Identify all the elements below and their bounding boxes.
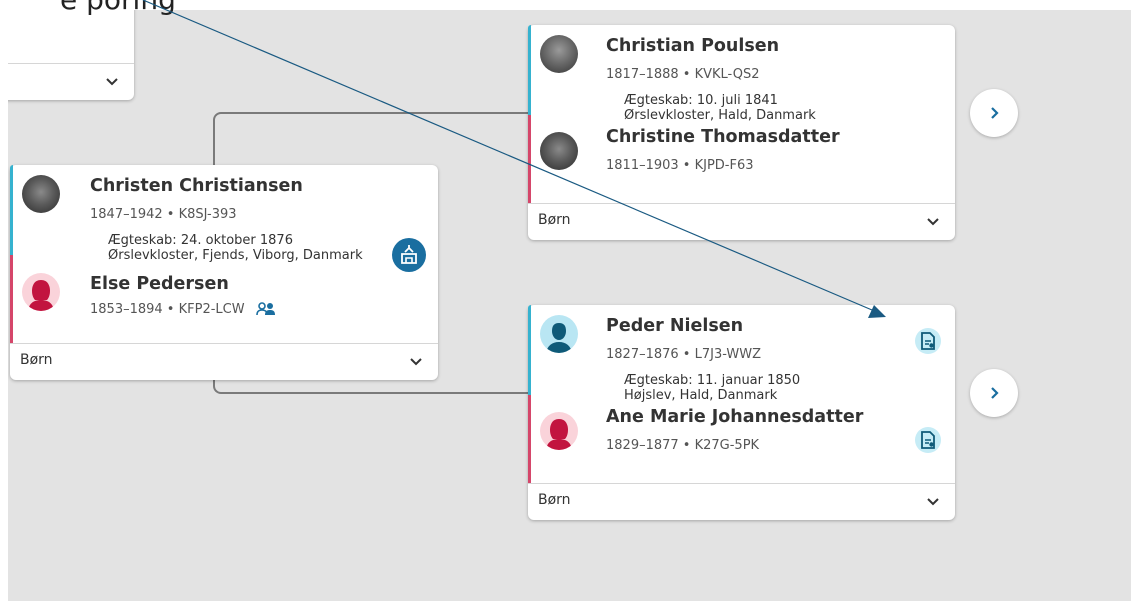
portrait-photo[interactable] [540, 35, 578, 73]
children-toggle[interactable]: Børn [528, 203, 955, 240]
family-card-peder: Peder Nielsen 1827–1876 • L7J3-WWZ Ægtes… [528, 305, 955, 520]
person-husband[interactable]: Christen Christiansen 1847–1942 • K8SJ-3… [10, 165, 438, 255]
person-lifespan-id: 1853–1894 • KFP2-LCW [90, 302, 245, 317]
marriage-date: Ægteskab: 10. juli 1841 [624, 93, 778, 108]
children-label: Børn [538, 492, 571, 508]
male-indicator [528, 25, 531, 115]
portrait-photo[interactable] [22, 175, 60, 213]
person-name[interactable]: Ane Marie Johannesdatter [606, 407, 863, 427]
tree-connector-lower [213, 380, 533, 394]
temple-icon[interactable] [392, 238, 426, 272]
marriage-date: Ægteskab: 24. oktober 1876 [108, 233, 293, 248]
person-lifespan-id: 1817–1888 • KVKL-QS2 [606, 67, 760, 82]
marriage-place: Højslev, Hald, Danmark [624, 388, 778, 403]
person-husband[interactable]: Peder Nielsen 1827–1876 • L7J3-WWZ Ægtes… [528, 305, 955, 395]
chevron-down-icon[interactable] [104, 74, 120, 90]
female-avatar-icon[interactable] [540, 412, 578, 450]
female-indicator [528, 395, 531, 484]
children-toggle[interactable]: Børn [10, 343, 438, 380]
record-hint-icon[interactable] [915, 328, 941, 354]
chevron-right-icon [991, 107, 999, 119]
marriage-place: Ørslevkloster, Hald, Danmark [624, 108, 816, 123]
person-name[interactable]: Christian Poulsen [606, 36, 779, 56]
person-husband[interactable]: Christian Poulsen 1817–1888 • KVKL-QS2 Æ… [528, 25, 955, 115]
male-avatar-icon[interactable] [540, 315, 578, 353]
female-indicator [10, 255, 13, 344]
family-card-footer[interactable] [8, 63, 134, 100]
person-wife[interactable]: Ørslevkloster, Fjends, Viborg, Danmark E… [10, 249, 438, 344]
expand-generation-button[interactable] [970, 369, 1018, 417]
male-indicator [528, 305, 531, 395]
chevron-right-icon [991, 387, 999, 399]
female-indicator [528, 115, 531, 204]
person-name[interactable]: Peder Nielsen [606, 316, 743, 336]
chevron-down-icon[interactable] [925, 214, 941, 230]
children-label: Børn [20, 352, 53, 368]
tree-canvas: Christen Christiansen 1847–1942 • K8SJ-3… [8, 10, 1131, 601]
portrait-photo[interactable] [540, 132, 578, 170]
chevron-down-icon[interactable] [408, 354, 424, 370]
female-avatar-icon[interactable] [22, 273, 60, 311]
person-lifespan-id: 1827–1876 • L7J3-WWZ [606, 347, 761, 362]
person-lifespan-id: 1829–1877 • K27G-5PK [606, 438, 760, 453]
family-card-christen: Christen Christiansen 1847–1942 • K8SJ-3… [10, 165, 438, 380]
person-name[interactable]: Christen Christiansen [90, 176, 303, 196]
family-card-partial [8, 10, 134, 100]
person-lifespan-id: 1811–1903 • KJPD-F63 [606, 158, 754, 173]
record-hint-icon[interactable] [915, 427, 941, 453]
children-label: Børn [538, 212, 571, 228]
male-indicator [10, 165, 13, 255]
page-heading-partial: e poring [60, 0, 176, 16]
person-wife[interactable]: Ørslevkloster, Hald, Danmark Christine T… [528, 109, 955, 204]
marriage-date: Ægteskab: 11. januar 1850 [624, 373, 801, 388]
person-name[interactable]: Christine Thomasdatter [606, 127, 840, 147]
person-wife[interactable]: Højslev, Hald, Danmark Ane Marie Johanne… [528, 389, 955, 484]
children-toggle[interactable]: Børn [528, 483, 955, 520]
person-lifespan-id: 1847–1942 • K8SJ-393 [90, 207, 237, 222]
persons-icon[interactable] [256, 302, 276, 316]
expand-generation-button[interactable] [970, 89, 1018, 137]
person-name[interactable]: Else Pedersen [90, 274, 229, 294]
family-card-christian: Christian Poulsen 1817–1888 • KVKL-QS2 Æ… [528, 25, 955, 240]
chevron-down-icon[interactable] [925, 494, 941, 510]
marriage-place: Ørslevkloster, Fjends, Viborg, Danmark [108, 248, 363, 263]
